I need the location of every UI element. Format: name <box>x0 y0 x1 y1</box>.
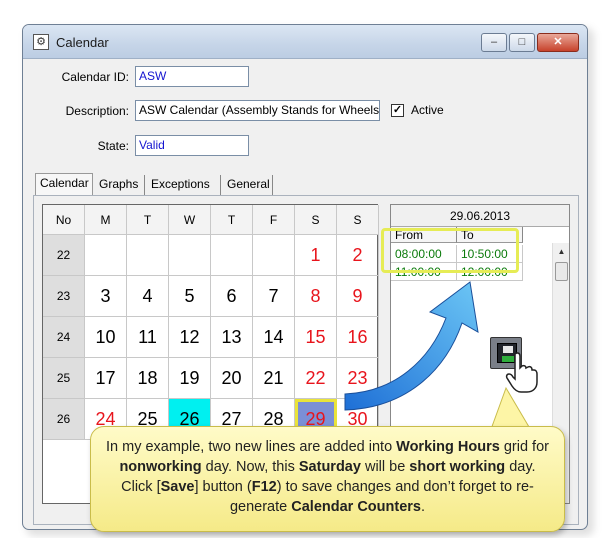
callout-bold: Save <box>160 479 195 495</box>
callout-text: grid for <box>499 439 549 455</box>
callout-text: will be <box>360 459 410 475</box>
callout-text: In my example, two new lines are added i… <box>106 439 397 455</box>
callout-bold: Calendar Counters <box>291 499 421 515</box>
callout-text: . <box>420 499 426 515</box>
callout-bold: short working <box>409 459 506 475</box>
callout-bold: nonworking <box>119 459 202 475</box>
callout-text: day. Now, this <box>201 459 299 475</box>
callout-bold: Working Hours <box>396 439 500 455</box>
callout-bold: F12 <box>251 479 277 495</box>
callout-bold: Saturday <box>298 459 361 475</box>
callout-text: ] button ( <box>194 479 252 495</box>
callout-note: In my example, two new lines are added i… <box>90 426 565 532</box>
